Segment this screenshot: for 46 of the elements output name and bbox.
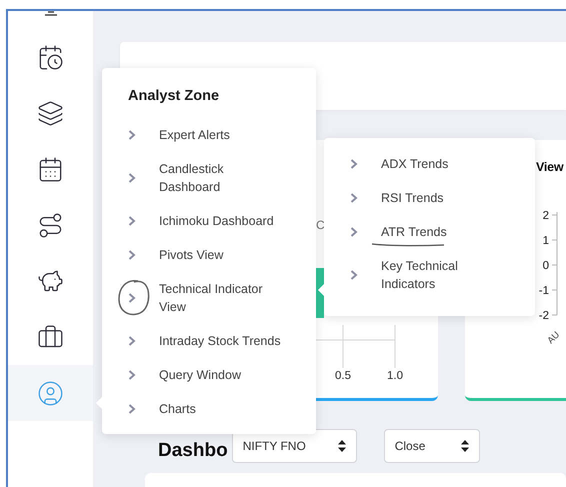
- menu-item[interactable]: RSI Trends: [324, 181, 535, 215]
- dropdown-select[interactable]: NIFTY FNO: [232, 429, 357, 463]
- axis-tick-label: -2: [538, 310, 549, 322]
- menu-item[interactable]: Technical Indicator View: [102, 272, 316, 324]
- user-circle-icon: [37, 380, 64, 406]
- calendar-clock-icon: [37, 44, 64, 70]
- layers-icon: [37, 100, 64, 126]
- chevron-icon: [128, 173, 136, 183]
- menu-item[interactable]: Key Technical Indicators: [324, 249, 535, 301]
- menu-item[interactable]: Pivots View: [102, 238, 316, 272]
- menu-item[interactable]: Query Window: [102, 358, 316, 392]
- chevron-icon: [350, 227, 358, 237]
- chevron-icon: [128, 370, 136, 380]
- menu-item[interactable]: Intraday Stock Trends: [102, 324, 316, 358]
- axis-tick-label: 1: [542, 235, 549, 247]
- axis-label: C: [316, 218, 325, 232]
- axis-tick-label: 0: [542, 260, 549, 272]
- chevron-icon: [128, 404, 136, 414]
- chevron-icon: [350, 159, 358, 169]
- axis-tick-label: -1: [538, 285, 549, 297]
- chevron-icon: [128, 293, 136, 303]
- menu-item[interactable]: Candlestick Dashboard: [102, 152, 316, 204]
- chart-title: View: [536, 160, 564, 174]
- menu-item[interactable]: Charts: [102, 392, 316, 426]
- chevron-icon: [350, 193, 358, 203]
- axis-tick-label: 0.5: [335, 370, 351, 382]
- chevron-icon: [128, 250, 136, 260]
- menu-item[interactable]: Expert Alerts: [102, 118, 316, 152]
- chevron-icon: [128, 336, 136, 346]
- menu-item[interactable]: ATR Trends: [324, 215, 535, 249]
- bar: [316, 268, 324, 318]
- axis-tick-label: 2: [542, 210, 549, 222]
- sort-caret-icon: [338, 440, 346, 452]
- dashboard-heading: Dashbo: [158, 439, 228, 463]
- chevron-icon: [128, 216, 136, 226]
- axis-tick-label: 1.0: [387, 370, 403, 382]
- chevron-icon: [350, 270, 358, 280]
- dropdown-select[interactable]: Close: [384, 429, 480, 463]
- axis-label: AU: [545, 330, 562, 346]
- sort-caret-icon: [460, 440, 469, 452]
- menu-item[interactable]: ADX Trends: [324, 147, 535, 181]
- menu-item[interactable]: Ichimoku Dashboard: [102, 204, 316, 238]
- route-icon: [37, 212, 64, 238]
- calendar-icon: [37, 156, 64, 182]
- menu-title: Analyst Zone: [128, 88, 220, 104]
- chevron-icon: [128, 130, 136, 140]
